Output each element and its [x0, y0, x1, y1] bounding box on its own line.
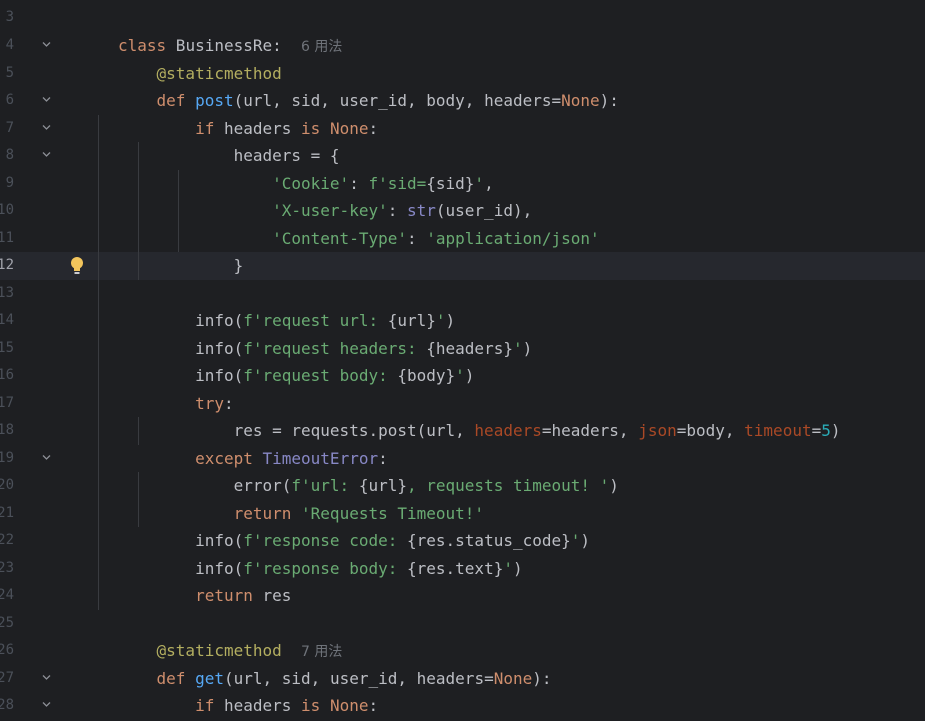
chevron-down-icon[interactable] — [42, 124, 51, 131]
code-line: } — [118, 256, 244, 275]
line-number: 22 — [0, 532, 14, 548]
code-line: info(f'request body: {body}') — [118, 366, 475, 385]
line-number: 17 — [0, 395, 14, 411]
code-line: @staticmethod — [156, 64, 282, 83]
line-number: 20 — [0, 477, 14, 493]
line-number: 15 — [0, 340, 14, 356]
code-line: try: — [195, 394, 234, 413]
line-number: 4 — [5, 37, 14, 53]
code-line: @staticmethod 7 用法 — [156, 641, 343, 660]
code-line: 'X-user-key': str(user_id), — [272, 201, 533, 220]
code-line: def post(url, sid, user_id, body, header… — [156, 91, 619, 110]
line-number: 24 — [0, 587, 14, 603]
line-number: 19 — [0, 450, 14, 466]
code-editor[interactable]: 3 4 5 6 7 8 9 10 11 12 13 14 15 16 17 18… — [0, 0, 925, 721]
code-line: return 'Requests Timeout!' — [233, 504, 485, 523]
line-number: 5 — [5, 65, 14, 81]
code-line: 'Content-Type': 'application/json' — [272, 229, 600, 248]
chevron-down-icon[interactable] — [42, 41, 51, 48]
code-line: info(f'response code: {res.status_code}'… — [118, 531, 591, 550]
line-number: 8 — [5, 147, 14, 163]
code-line: except TimeoutError: — [195, 449, 388, 468]
code-line: return res — [195, 586, 292, 605]
code-line: 'Cookie': f'sid={sid}', — [272, 174, 494, 193]
line-number: 26 — [0, 642, 14, 658]
code-line: def get(url, sid, user_id, headers=None)… — [156, 669, 552, 688]
line-number: 28 — [0, 697, 14, 713]
code-line: info(f'response body: {res.text}') — [118, 559, 523, 578]
line-number: 25 — [0, 615, 14, 631]
line-number-current: 12 — [0, 257, 14, 273]
usage-hint[interactable]: 7 用法 — [301, 644, 342, 660]
line-number: 27 — [0, 670, 14, 686]
line-number: 23 — [0, 560, 14, 576]
line-number: 13 — [0, 285, 14, 301]
line-number: 18 — [0, 422, 14, 438]
chevron-down-icon[interactable] — [42, 674, 51, 681]
line-number: 3 — [5, 9, 14, 25]
code-line: headers = { — [118, 146, 340, 165]
gutter: 3 4 5 6 7 8 9 10 11 12 13 14 15 16 17 18… — [0, 0, 58, 721]
chevron-down-icon[interactable] — [42, 454, 51, 461]
line-number: 16 — [0, 367, 14, 383]
code-line: if headers is None: — [195, 696, 379, 715]
chevron-down-icon[interactable] — [42, 96, 51, 103]
usage-hint[interactable]: 6 用法 — [301, 39, 342, 55]
chevron-down-icon[interactable] — [42, 701, 51, 708]
code-line: class BusinessRe: 6 用法 — [118, 36, 343, 55]
line-number: 7 — [5, 120, 14, 136]
code-area[interactable]: class BusinessRe: 6 用法 @staticmethod def… — [58, 0, 925, 721]
code-line: info(f'request url: {url}') — [118, 311, 456, 330]
line-number: 10 — [0, 202, 14, 218]
code-line: if headers is None: — [195, 119, 379, 138]
line-number: 9 — [5, 175, 14, 191]
code-line: res = requests.post(url, headers=headers… — [118, 421, 841, 440]
line-number: 14 — [0, 312, 14, 328]
line-number: 21 — [0, 505, 14, 521]
code-line: error(f'url: {url}, requests timeout! ') — [118, 476, 619, 495]
chevron-down-icon[interactable] — [42, 151, 51, 158]
line-number: 6 — [5, 92, 14, 108]
line-number: 11 — [0, 230, 14, 246]
code-line: info(f'request headers: {headers}') — [118, 339, 533, 358]
